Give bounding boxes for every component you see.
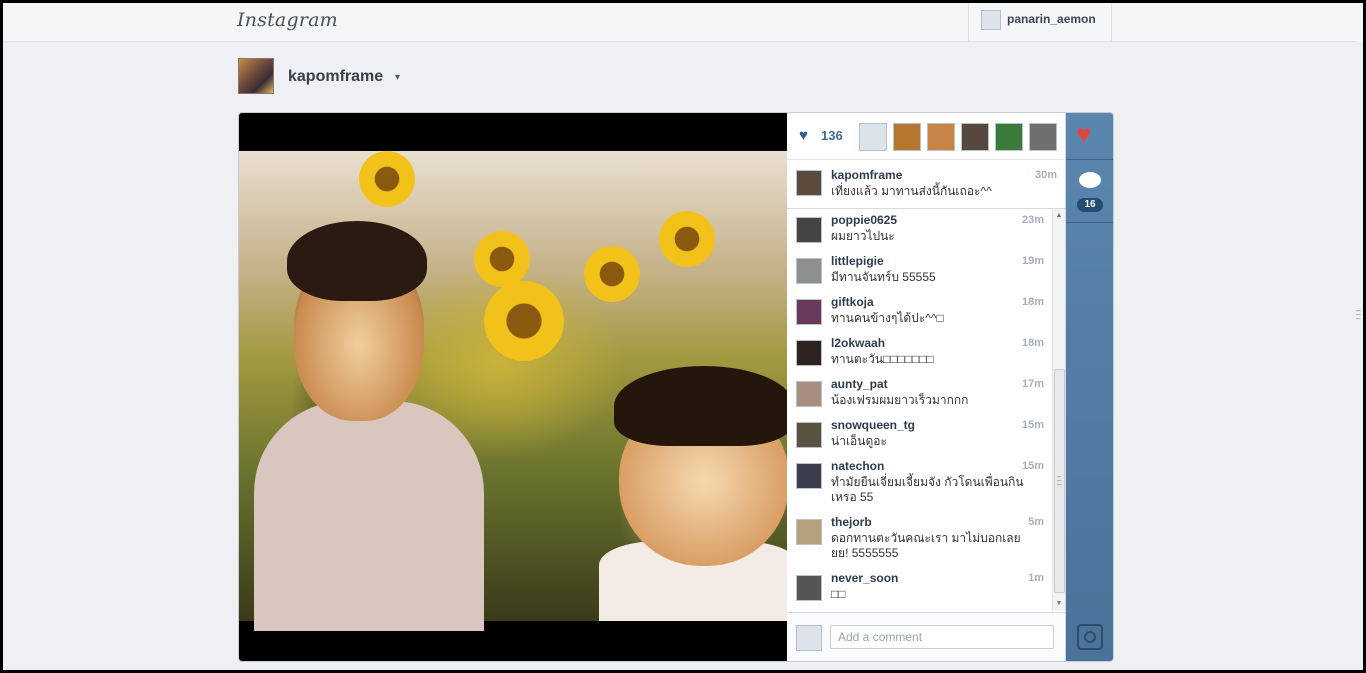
sunflower-graphic bbox=[359, 151, 415, 207]
comment-text: ทำมัยยืนเจี่ยมเจี้ยมจัง กัวโดนเพื่อนกินเ… bbox=[831, 475, 1024, 504]
commenter-username[interactable]: littlepigie bbox=[831, 254, 884, 268]
comment-time: 15m bbox=[1021, 419, 1044, 431]
comment-row: thejorb ดอกทานตะวันคณะเรา มาไม่บอกเลยยย! … bbox=[787, 515, 1052, 571]
comment-list[interactable]: poppie0625 ผมยาวไปนะ 23m littlepigie มีทานจั… bbox=[787, 209, 1052, 611]
account-avatar bbox=[981, 10, 1001, 30]
commenter-avatar[interactable] bbox=[796, 258, 822, 284]
sunflower-graphic bbox=[584, 246, 640, 302]
comment-time: 18m bbox=[1021, 337, 1044, 349]
chevron-down-icon[interactable]: ▾ bbox=[395, 72, 400, 83]
post-photo[interactable] bbox=[239, 113, 799, 661]
comment-composer bbox=[787, 612, 1065, 661]
comment-text: □□ bbox=[831, 587, 846, 601]
liker-avatar[interactable] bbox=[961, 123, 989, 151]
comment-text: ผมยาวไปนะ bbox=[831, 229, 895, 243]
camera-lens-icon bbox=[1084, 631, 1096, 643]
person-right-hair bbox=[614, 366, 794, 446]
comment-row: natechon ทำมัยยืนเจี่ยมเจี้ยมจัง กัวโดนเพ… bbox=[787, 459, 1052, 515]
heart-icon: ♥ bbox=[799, 127, 808, 144]
commenter-avatar[interactable] bbox=[796, 422, 822, 448]
comment-time: 15m bbox=[1021, 460, 1044, 472]
account-menu[interactable]: panarin_aemon bbox=[968, 3, 1112, 41]
owner-username[interactable]: kapomframe bbox=[288, 68, 383, 86]
comment-text: น้องเฟรมผมยาวเร็วมากกก bbox=[831, 393, 969, 407]
commenter-avatar[interactable] bbox=[796, 575, 822, 601]
caption-row: kapomframe เที่ยงแล้ว มาทานส่งนี้กันเถอะ… bbox=[787, 160, 1065, 209]
comment-text: ดอกทานตะวันคณะเรา มาไม่บอกเลยยย! 5555555 bbox=[831, 531, 1021, 560]
commenter-username[interactable]: l2okwaah bbox=[831, 336, 885, 350]
like-button[interactable]: ♥ bbox=[1066, 113, 1113, 160]
commenter-username[interactable]: thejorb bbox=[831, 515, 872, 529]
commenter-avatar[interactable] bbox=[796, 299, 822, 325]
commenter-avatar[interactable] bbox=[796, 340, 822, 366]
comment-count-badge: 16 bbox=[1077, 198, 1103, 212]
comment-row: never_soon □□ 1m bbox=[787, 571, 1052, 611]
comment-input[interactable] bbox=[830, 625, 1054, 649]
comment-text: น่าเอ็นดูอะ bbox=[831, 434, 887, 448]
browser-viewport: Instagram panarin_aemon kapomframe ▾ ♥ 1… bbox=[3, 3, 1363, 670]
liker-avatar[interactable] bbox=[859, 123, 887, 151]
comment-scrollbar[interactable]: ▲ – – – ▼ bbox=[1052, 209, 1065, 611]
commenter-avatar[interactable] bbox=[796, 463, 822, 489]
like-count[interactable]: 136 bbox=[821, 128, 843, 143]
scroll-down-arrow-icon[interactable]: ▼ bbox=[1054, 599, 1064, 609]
grip-icon: – – – bbox=[1057, 472, 1062, 489]
account-username[interactable]: panarin_aemon bbox=[1007, 12, 1096, 26]
grip-icon: – – – bbox=[1356, 306, 1361, 323]
comment-row: poppie0625 ผมยาวไปนะ 23m bbox=[787, 213, 1052, 254]
comment-row: giftkoja ทานคนข้างๆได้ปะ^^□ 18m bbox=[787, 295, 1052, 336]
caption-username[interactable]: kapomframe bbox=[831, 168, 902, 182]
caption-text: เที่ยงแล้ว มาทานส่งนี้กันเถอะ^^ bbox=[831, 184, 992, 198]
heart-icon: ♥ bbox=[1076, 119, 1092, 149]
sunflower-graphic bbox=[474, 231, 530, 287]
comment-time: 5m bbox=[1028, 516, 1044, 528]
comment-row: l2okwaah ทานตะวัน□□□□□□□ 18m bbox=[787, 336, 1052, 377]
sunflower-graphic bbox=[484, 281, 564, 361]
comment-time: 18m bbox=[1021, 296, 1044, 308]
post-sidebar: ♥ 136 kapomframe เที่ยงแล้ว มาทานส่งนี้ก… bbox=[787, 113, 1066, 661]
comment-time: 23m bbox=[1021, 214, 1044, 226]
commenter-username[interactable]: never_soon bbox=[831, 571, 898, 585]
comment-time: 19m bbox=[1021, 255, 1044, 267]
commenter-avatar[interactable] bbox=[796, 519, 822, 545]
likes-bar: ♥ 136 bbox=[787, 113, 1065, 160]
comment-row: aunty_pat น้องเฟรมผมยาวเร็วมากกก 17m bbox=[787, 377, 1052, 418]
scroll-up-arrow-icon[interactable]: ▲ bbox=[1054, 211, 1064, 221]
camera-icon[interactable] bbox=[1077, 624, 1103, 650]
person-left-hair bbox=[287, 221, 427, 301]
comment-text: มีทานจันทร์บ 55555 bbox=[831, 270, 936, 284]
speech-bubble-icon bbox=[1079, 172, 1101, 188]
comment-button[interactable]: 16 bbox=[1066, 160, 1113, 223]
commenter-username[interactable]: snowqueen_tg bbox=[831, 418, 915, 432]
scrollbar-thumb[interactable]: – – – bbox=[1054, 369, 1065, 593]
commenter-username[interactable]: poppie0625 bbox=[831, 213, 897, 227]
commenter-avatar[interactable] bbox=[796, 217, 822, 243]
caption-time: 30m bbox=[1034, 169, 1057, 181]
sunflower-graphic bbox=[659, 211, 715, 267]
comment-text: ทานตะวัน□□□□□□□ bbox=[831, 352, 934, 366]
liker-avatar[interactable] bbox=[1029, 123, 1057, 151]
commenter-username[interactable]: giftkoja bbox=[831, 295, 874, 309]
comment-row: snowqueen_tg น่าเอ็นดูอะ 15m bbox=[787, 418, 1052, 459]
post-card: ♥ 136 kapomframe เที่ยงแล้ว มาทานส่งนี้ก… bbox=[238, 112, 1114, 662]
owner-avatar[interactable] bbox=[238, 58, 274, 94]
action-rail: ♥ 16 bbox=[1066, 113, 1113, 661]
page-scrollbar[interactable]: – – – bbox=[1356, 41, 1363, 670]
comment-time: 17m bbox=[1021, 378, 1044, 390]
liker-avatar[interactable] bbox=[893, 123, 921, 151]
top-navigation-bar: Instagram panarin_aemon bbox=[3, 3, 1363, 42]
composer-avatar bbox=[796, 625, 822, 651]
instagram-logo[interactable]: Instagram bbox=[237, 9, 338, 31]
liker-avatar[interactable] bbox=[927, 123, 955, 151]
photo-image bbox=[239, 151, 799, 631]
caption-avatar[interactable] bbox=[796, 170, 822, 196]
liker-avatar[interactable] bbox=[995, 123, 1023, 151]
commenter-username[interactable]: natechon bbox=[831, 459, 884, 473]
comment-text: ทานคนข้างๆได้ปะ^^□ bbox=[831, 311, 944, 325]
comment-time: 1m bbox=[1028, 572, 1044, 584]
commenter-avatar[interactable] bbox=[796, 381, 822, 407]
comment-row: littlepigie มีทานจันทร์บ 55555 19m bbox=[787, 254, 1052, 295]
commenter-username[interactable]: aunty_pat bbox=[831, 377, 888, 391]
person-left-shirt bbox=[254, 401, 484, 631]
